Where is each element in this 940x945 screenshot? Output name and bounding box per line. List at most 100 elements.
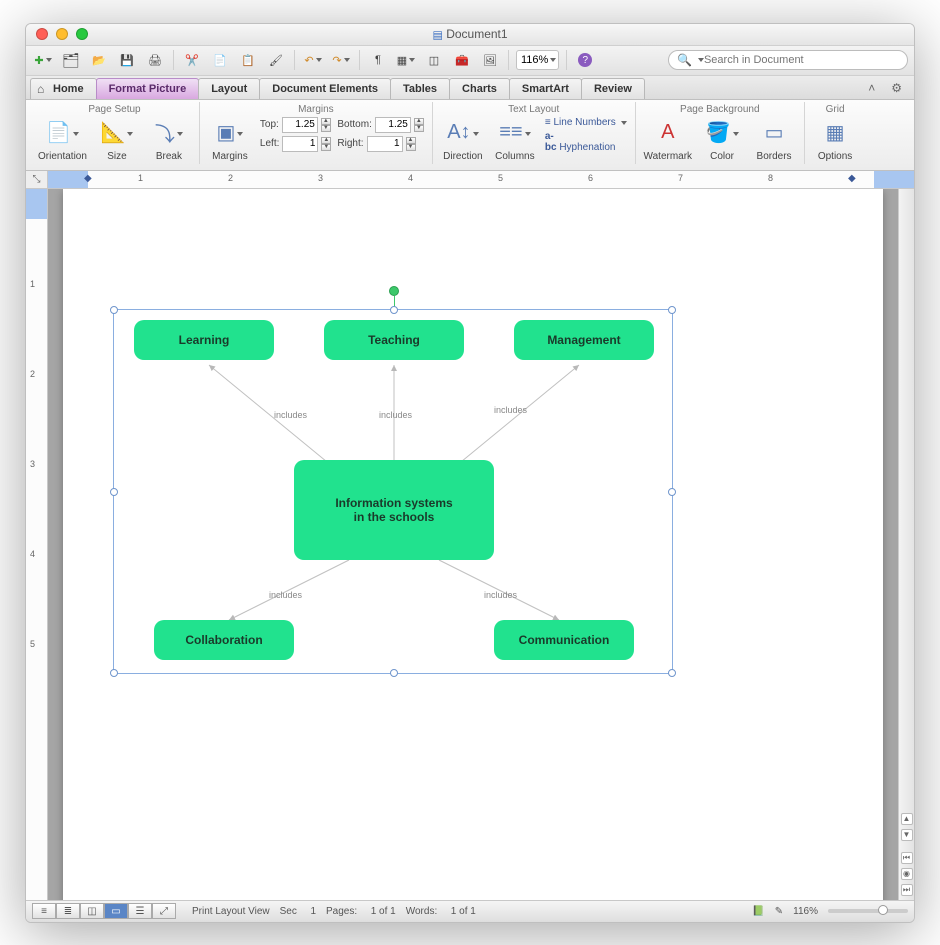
view-publishing-button[interactable]: ◫	[80, 903, 104, 919]
search-box[interactable]: 🔍	[668, 50, 908, 70]
columns-button[interactable]: ≡≡Columns	[493, 117, 537, 162]
margin-bottom-input[interactable]	[375, 117, 411, 133]
copy-button[interactable]: 📄	[209, 49, 231, 71]
group-grid-title: Grid	[813, 104, 857, 115]
prev-page-button[interactable]: ⏮	[901, 852, 913, 864]
collapse-ribbon-button[interactable]: ˄	[860, 77, 883, 99]
borders-button[interactable]: ▭Borders	[752, 117, 796, 162]
tab-layout[interactable]: Layout	[198, 78, 260, 99]
zoom-combo[interactable]: 116%	[516, 50, 559, 70]
view-outline-button[interactable]: ≣	[56, 903, 80, 919]
browse-object-button[interactable]: ◉	[901, 868, 913, 880]
margin-left-stepper[interactable]: ▲▼	[321, 137, 331, 151]
indent-marker-icon[interactable]: ◆	[84, 173, 92, 184]
tables-button[interactable]: ▦	[395, 49, 417, 71]
edge-label-teaching: includes	[379, 410, 412, 420]
scroll-up-button[interactable]: ▲	[901, 813, 913, 825]
new-button[interactable]: ✚	[32, 49, 54, 71]
toggle-sidebar-button[interactable]: ◫	[423, 49, 445, 71]
view-focus-button[interactable]: ⤢	[152, 903, 176, 919]
cut-button[interactable]: ✂️	[181, 49, 203, 71]
watermark-button[interactable]: AWatermark	[644, 117, 693, 162]
tab-review[interactable]: Review	[581, 78, 645, 99]
picture-selection-frame[interactable]: includes includes includes includes incl…	[113, 309, 673, 674]
right-indent-marker-icon[interactable]: ◆	[848, 173, 856, 184]
page-color-button[interactable]: 🪣Color	[700, 117, 744, 162]
help-button[interactable]: ?	[574, 49, 596, 71]
track-changes-icon[interactable]: ✎	[775, 906, 783, 917]
grid-options-button[interactable]: ▦Options	[813, 117, 857, 162]
tab-tables[interactable]: Tables	[390, 78, 450, 99]
rotation-handle[interactable]	[389, 286, 399, 296]
tab-format-picture[interactable]: Format Picture	[96, 78, 200, 99]
tab-charts[interactable]: Charts	[449, 78, 510, 99]
template-button[interactable]: 🗂	[60, 49, 82, 71]
margin-left-input[interactable]	[282, 136, 318, 152]
margin-top-stepper[interactable]: ▲▼	[321, 118, 331, 132]
toolbox-button[interactable]: 🧰	[451, 49, 473, 71]
ribbon-settings-button[interactable]: ⚙	[883, 77, 910, 99]
group-text-layout-title: Text Layout	[441, 104, 627, 115]
print-button[interactable]: 🖨	[144, 49, 166, 71]
zoom-value: 116%	[521, 54, 548, 66]
save-button[interactable]: 💾	[116, 49, 138, 71]
node-communication[interactable]: Communication	[494, 620, 634, 660]
group-text-layout: Text Layout A↕Direction ≡≡Columns ≡ Line…	[433, 102, 636, 164]
node-collaboration[interactable]: Collaboration	[154, 620, 294, 660]
doc-type-icon: ▤	[432, 29, 442, 41]
margin-right-stepper[interactable]: ▲▼	[406, 137, 416, 151]
line-numbers-button[interactable]: ≡ Line Numbers	[545, 117, 627, 128]
ruler-corner[interactable]: ⤡	[26, 171, 48, 188]
vertical-scrollbar[interactable]: ▲ ▼ ⏮ ◉ ⏭	[898, 189, 914, 900]
view-notebook-button[interactable]: ☰	[128, 903, 152, 919]
zoom-slider[interactable]	[828, 909, 908, 913]
tab-home[interactable]: Home	[30, 78, 97, 99]
margin-bottom-stepper[interactable]: ▲▼	[414, 118, 424, 132]
tab-document-elements[interactable]: Document Elements	[259, 78, 391, 99]
group-page-background: Page Background AWatermark 🪣Color ▭Borde…	[636, 102, 806, 164]
media-button[interactable]: 🖼	[479, 49, 501, 71]
view-draft-button[interactable]: ≡	[32, 903, 56, 919]
resize-handle-nw[interactable]	[110, 306, 118, 314]
node-learning[interactable]: Learning	[134, 320, 274, 360]
redo-button[interactable]: ↷	[330, 49, 352, 71]
scroll-down-button[interactable]: ▼	[901, 829, 913, 841]
title-bar: ▤ Document1	[26, 24, 914, 46]
resize-handle-se[interactable]	[668, 669, 676, 677]
node-teaching[interactable]: Teaching	[324, 320, 464, 360]
direction-button[interactable]: A↕Direction	[441, 117, 485, 162]
search-input[interactable]	[704, 54, 899, 66]
paste-button[interactable]: 📋	[237, 49, 259, 71]
open-button[interactable]: 📂	[88, 49, 110, 71]
resize-handle-s[interactable]	[390, 669, 398, 677]
group-margins-title: Margins	[208, 104, 424, 115]
page[interactable]: includes includes includes includes incl…	[63, 189, 883, 900]
margins-button[interactable]: ▣Margins	[208, 117, 252, 162]
resize-handle-ne[interactable]	[668, 306, 676, 314]
resize-handle-sw[interactable]	[110, 669, 118, 677]
quick-access-toolbar: ✚ 🗂 📂 💾 🖨 ✂️ 📄 📋 🖌 ↶ ↷ ¶ ▦ ◫ 🧰 🖼 116% ? …	[26, 46, 914, 76]
show-formatting-button[interactable]: ¶	[367, 49, 389, 71]
node-management[interactable]: Management	[514, 320, 654, 360]
next-page-button[interactable]: ⏭	[901, 884, 913, 896]
node-center[interactable]: Information systems in the schools	[294, 460, 494, 560]
size-button[interactable]: 📐Size	[95, 117, 139, 162]
break-button[interactable]: ⤵Break	[147, 117, 191, 162]
document-canvas[interactable]: includes includes includes includes incl…	[48, 189, 898, 900]
resize-handle-w[interactable]	[110, 488, 118, 496]
tab-smartart[interactable]: SmartArt	[509, 78, 582, 99]
group-page-setup-title: Page Setup	[38, 104, 191, 115]
resize-handle-e[interactable]	[668, 488, 676, 496]
format-painter-button[interactable]: 🖌	[265, 49, 287, 71]
undo-button[interactable]: ↶	[302, 49, 324, 71]
view-label: Print Layout View	[192, 906, 270, 917]
view-print-layout-button[interactable]: ▭	[104, 903, 128, 919]
hyphenation-button[interactable]: a-bc Hyphenation	[545, 131, 616, 153]
margin-top-input[interactable]	[282, 117, 318, 133]
margin-right-input[interactable]	[367, 136, 403, 152]
resize-handle-n[interactable]	[390, 306, 398, 314]
horizontal-ruler[interactable]: ⤡ ◆ 1 2 3 4 5 6 7 8 ◆	[26, 171, 914, 189]
spellcheck-icon[interactable]: 📗	[752, 906, 764, 917]
vertical-ruler[interactable]: 1 2 3 4 5	[26, 189, 48, 900]
orientation-button[interactable]: 📄Orientation	[38, 117, 87, 162]
